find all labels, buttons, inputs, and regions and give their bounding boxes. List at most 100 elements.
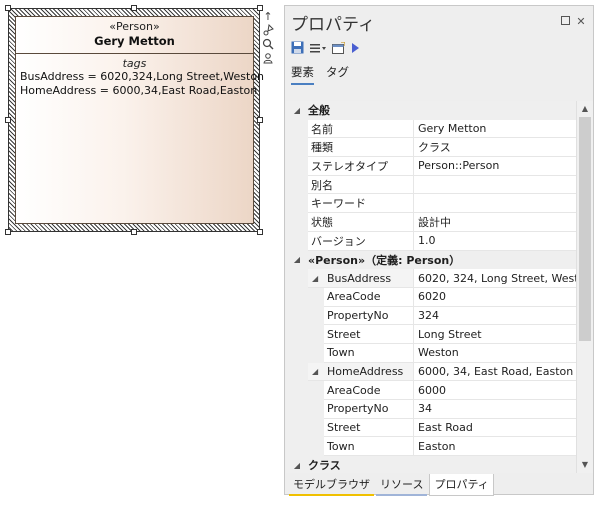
- resize-handle-bottom[interactable]: [131, 229, 137, 235]
- list-menu-icon[interactable]: [310, 42, 326, 57]
- search-icon[interactable]: [261, 38, 275, 51]
- property-row[interactable]: 別名: [286, 175, 576, 195]
- element-stereotype: «Person»: [109, 20, 160, 33]
- resize-handle-top-left[interactable]: [5, 5, 11, 11]
- class-box[interactable]: «Person» Gery Metton tags BusAddress = 6…: [15, 16, 265, 224]
- section-header-class[interactable]: ◢ クラス: [286, 456, 576, 473]
- property-row[interactable]: PropertyNo 324: [286, 306, 576, 326]
- property-value[interactable]: 6020: [414, 288, 576, 307]
- row-indent: [286, 343, 324, 363]
- property-value[interactable]: 6000: [414, 381, 576, 400]
- property-row[interactable]: Street East Road: [286, 418, 576, 438]
- tab-element[interactable]: 要素: [291, 64, 314, 85]
- resize-handle-bottom-right[interactable]: [257, 229, 263, 235]
- user-icon[interactable]: [261, 52, 275, 65]
- row-indent: [286, 362, 308, 382]
- property-row[interactable]: 名前 Gery Metton: [286, 119, 576, 139]
- panel-toolbar: [291, 40, 360, 57]
- scroll-up-arrow-icon[interactable]: ▲: [577, 101, 593, 117]
- section-label: 全般: [308, 104, 330, 118]
- row-indent: [286, 306, 324, 326]
- row-indent: [286, 119, 308, 139]
- tag-value-line: BusAddress = 6020,324,Long Street,Weston: [20, 70, 265, 83]
- collapse-triangle-icon[interactable]: ◢: [286, 255, 308, 264]
- property-row[interactable]: AreaCode 6000: [286, 381, 576, 400]
- property-value[interactable]: 6020, 324, Long Street, Weston: [414, 269, 576, 288]
- property-value[interactable]: [414, 176, 576, 195]
- property-row[interactable]: Town Easton: [286, 437, 576, 457]
- property-row[interactable]: Street Long Street: [286, 325, 576, 344]
- tab-tags[interactable]: タグ: [326, 64, 349, 85]
- diagram-element-gery-metton[interactable]: «Person» Gery Metton tags BusAddress = 6…: [5, 5, 265, 235]
- tab-model-browser[interactable]: モデルブラウザ: [289, 474, 374, 496]
- property-row[interactable]: AreaCode 6020: [286, 287, 576, 307]
- format-brush-icon[interactable]: [261, 23, 275, 37]
- property-value[interactable]: 34: [414, 400, 576, 419]
- property-value[interactable]: Easton: [414, 437, 576, 457]
- property-value[interactable]: Gery Metton: [414, 120, 576, 139]
- resize-handle-right[interactable]: [257, 117, 263, 123]
- property-value[interactable]: 1.0: [414, 232, 576, 251]
- scrollbar-thumb[interactable]: [579, 117, 591, 341]
- vertical-scrollbar[interactable]: ▲ ▼: [576, 101, 593, 473]
- tags-compartment-heading: tags: [122, 57, 147, 70]
- bottom-tab-bar: モデルブラウザ リソース プロパティ: [289, 474, 494, 496]
- property-name: 別名: [308, 175, 414, 195]
- property-row-home-address[interactable]: ◢ HomeAddress 6000, 34, East Road, Easto…: [286, 362, 576, 382]
- tab-resources[interactable]: リソース: [376, 474, 428, 496]
- property-value[interactable]: East Road: [414, 419, 576, 438]
- property-value[interactable]: 設計中: [414, 213, 576, 232]
- quick-linker-arrow-icon[interactable]: ↑: [261, 10, 275, 23]
- property-row[interactable]: Town Weston: [286, 343, 576, 363]
- row-indent: [286, 325, 324, 344]
- collapse-triangle-icon[interactable]: ◢: [312, 367, 318, 376]
- row-indent: [286, 175, 308, 195]
- property-row-bus-address[interactable]: ◢ BusAddress 6020, 324, Long Street, Wes…: [286, 269, 576, 288]
- quick-linker-tools: ↑: [261, 10, 275, 66]
- property-row[interactable]: キーワード: [286, 194, 576, 214]
- resize-handle-left[interactable]: [5, 117, 11, 123]
- save-icon[interactable]: [291, 41, 304, 57]
- property-value[interactable]: Person::Person: [414, 157, 576, 176]
- property-name: Town: [324, 343, 414, 363]
- resize-handle-bottom-left[interactable]: [5, 229, 11, 235]
- property-row[interactable]: 状態 設計中: [286, 213, 576, 232]
- panel-title: プロパティ: [291, 15, 375, 35]
- property-row[interactable]: バージョン 1.0: [286, 231, 576, 251]
- property-value[interactable]: 324: [414, 307, 576, 326]
- property-value[interactable]: Weston: [414, 344, 576, 363]
- property-row[interactable]: 種類 クラス: [286, 138, 576, 158]
- property-row[interactable]: PropertyNo 34: [286, 400, 576, 419]
- property-name: 名前: [308, 119, 414, 139]
- collapse-triangle-icon[interactable]: ◢: [286, 461, 308, 470]
- property-name: 種類: [308, 138, 414, 158]
- row-indent: [286, 269, 308, 288]
- property-name: Town: [324, 437, 414, 457]
- property-value[interactable]: Long Street: [414, 325, 576, 344]
- section-label: クラス: [308, 459, 341, 473]
- property-value[interactable]: 6000, 34, East Road, Easton: [414, 363, 576, 382]
- maximize-icon[interactable]: [559, 16, 571, 28]
- collapse-triangle-icon[interactable]: ◢: [312, 274, 318, 283]
- close-icon[interactable]: ✕: [575, 16, 587, 28]
- tag-value-line: HomeAddress = 6000,34,East Road,Easton: [20, 84, 258, 97]
- property-row[interactable]: ステレオタイプ Person::Person: [286, 157, 576, 176]
- property-name: ステレオタイプ: [308, 157, 414, 176]
- property-value[interactable]: クラス: [414, 138, 576, 158]
- properties-panel: プロパティ ✕ 要素 タグ ◢ 全般 名前 Gery Metton 種類 クラス…: [284, 5, 594, 496]
- property-name: PropertyNo: [324, 400, 414, 419]
- property-name: AreaCode: [324, 381, 414, 400]
- property-name: キーワード: [308, 194, 414, 214]
- settings-window-icon[interactable]: [332, 40, 346, 57]
- resize-handle-top[interactable]: [131, 5, 137, 11]
- section-header-general[interactable]: ◢ 全般: [286, 101, 576, 120]
- play-icon[interactable]: [351, 42, 360, 57]
- property-value[interactable]: [414, 194, 576, 214]
- section-header-person[interactable]: ◢ «Person»（定義: Person）: [286, 250, 576, 270]
- collapse-triangle-icon[interactable]: ◢: [286, 106, 308, 115]
- tab-properties[interactable]: プロパティ: [429, 474, 494, 496]
- property-grid-content: ◢ 全般 名前 Gery Metton 種類 クラス ステレオタイプ Perso…: [286, 101, 576, 473]
- property-grid: ◢ 全般 名前 Gery Metton 種類 クラス ステレオタイプ Perso…: [286, 101, 593, 473]
- row-indent: [286, 400, 324, 419]
- scroll-down-arrow-icon[interactable]: ▼: [577, 457, 593, 473]
